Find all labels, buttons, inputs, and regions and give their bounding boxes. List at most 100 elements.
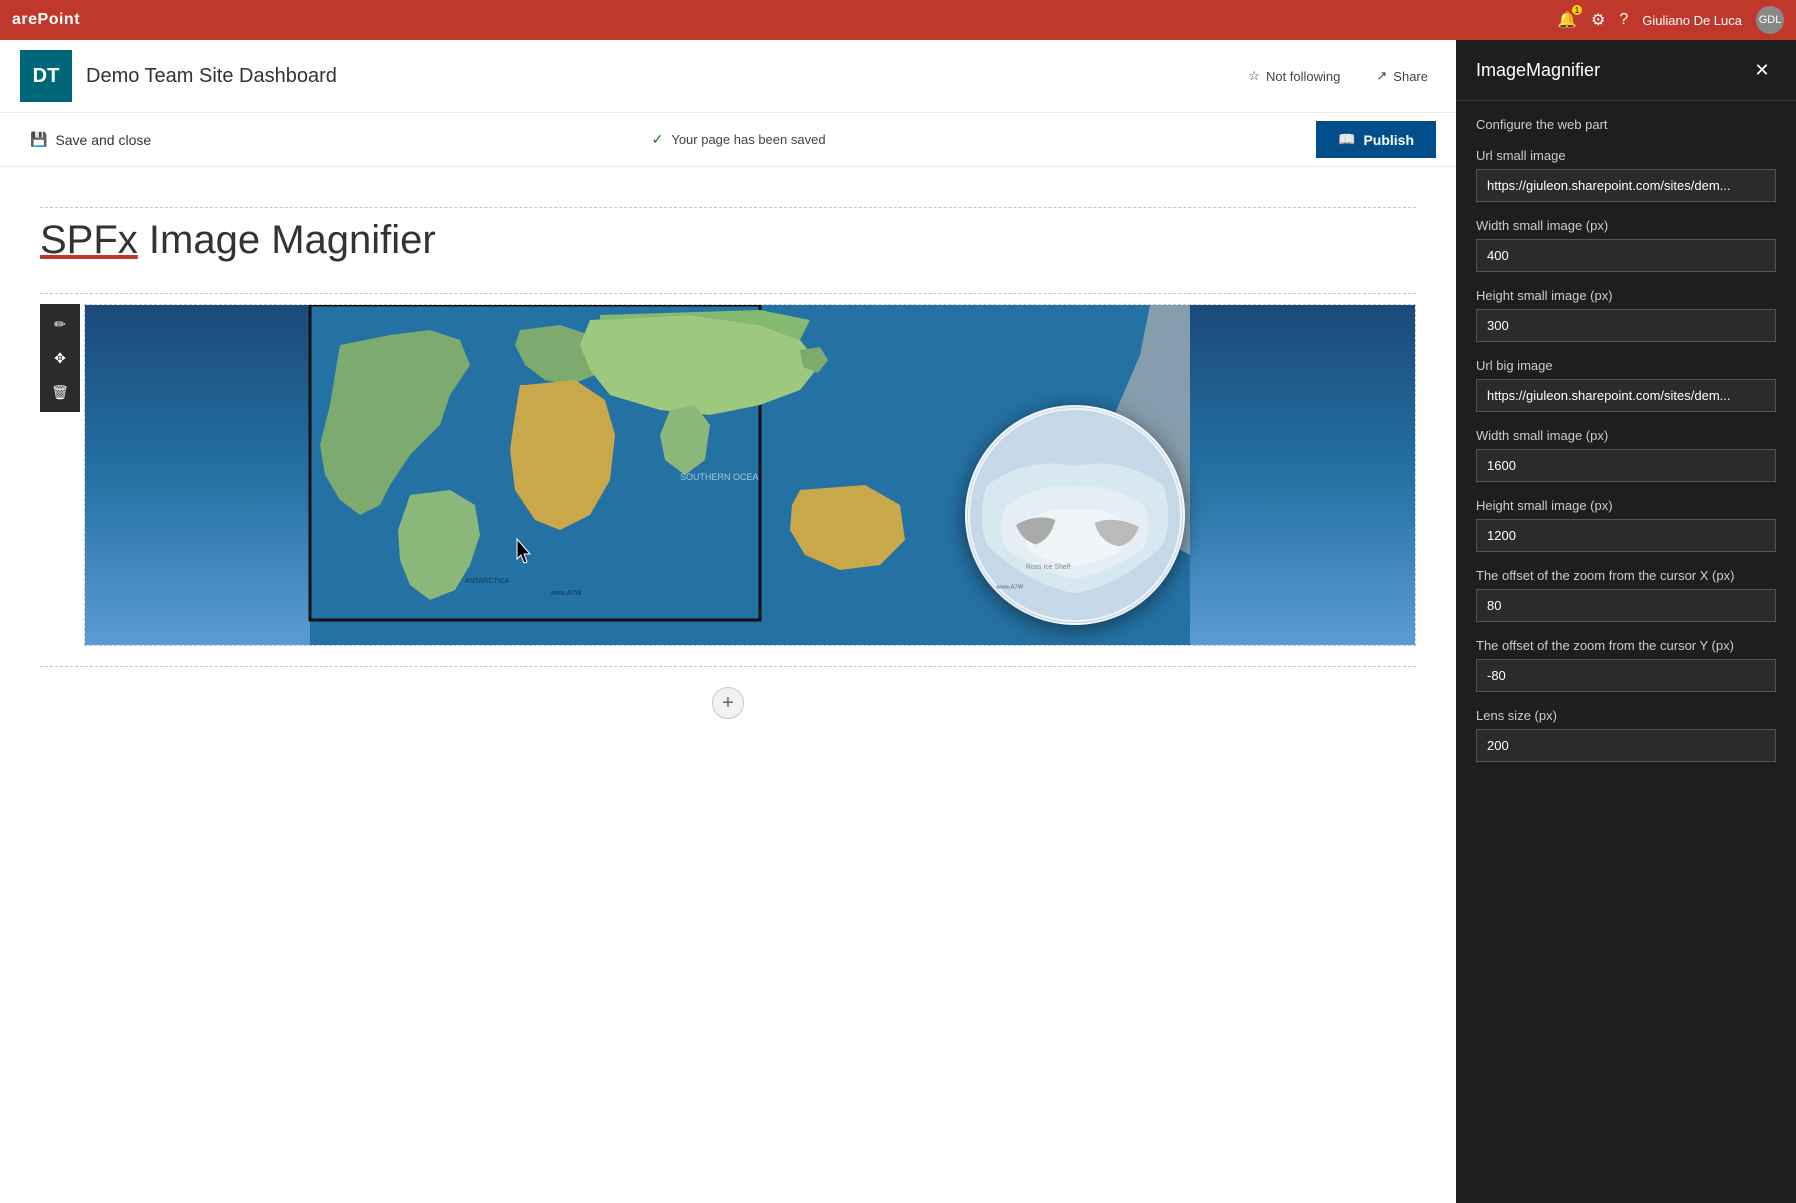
field-label-offset-x: The offset of the zoom from the cursor X…: [1476, 568, 1776, 583]
avatar-initials: GDL: [1759, 14, 1782, 26]
field-label-height-small-image: Height small image (px): [1476, 288, 1776, 303]
field-input-url-small-image[interactable]: [1476, 169, 1776, 202]
map-frame: SOUTHERN OCEA ANTARCTICA www.A7W: [85, 305, 1415, 645]
site-header-right: ☆ Not following ↗ Share: [1240, 64, 1436, 88]
settings-button[interactable]: ⚙: [1591, 10, 1605, 30]
right-panel: ImageMagnifier ✕ Configure the web part …: [1456, 40, 1796, 1203]
svg-text:www.A7W: www.A7W: [549, 590, 582, 597]
webpart-toolbar: ✏ ✥ 🗑: [40, 304, 80, 412]
notification-badge: 1: [1572, 5, 1582, 15]
field-input-url-big-image[interactable]: [1476, 379, 1776, 412]
user-avatar[interactable]: GDL: [1756, 6, 1784, 34]
help-icon: ?: [1619, 11, 1628, 29]
star-icon: ☆: [1248, 68, 1260, 84]
field-input-width-big-image[interactable]: [1476, 449, 1776, 482]
edit-toolbar: 💾 Save and close ✓ Your page has been sa…: [0, 113, 1456, 167]
check-icon: ✓: [652, 131, 664, 148]
field-label-height-big-image: Height small image (px): [1476, 498, 1776, 513]
share-button[interactable]: ↗ Share: [1368, 64, 1436, 88]
field-input-height-big-image[interactable]: [1476, 519, 1776, 552]
notifications-button[interactable]: 🔔 1: [1557, 10, 1577, 30]
panel-body: Configure the web part Url small image Wi…: [1456, 101, 1796, 1203]
saved-message: Your page has been saved: [671, 132, 825, 147]
webpart-container: SOUTHERN OCEA ANTARCTICA www.A7W: [84, 304, 1416, 646]
svg-text:SOUTHERN OCEA: SOUTHERN OCEA: [680, 472, 759, 482]
site-logo-area: DT Demo Team Site Dashboard: [20, 50, 337, 102]
top-navigation: arePoint 🔔 1 ⚙ ? Giuliano De Luca GDL: [0, 0, 1796, 40]
magnifier-lens: Ross Ice Shelf www.A7W: [965, 405, 1185, 625]
help-button[interactable]: ?: [1619, 11, 1628, 29]
field-label-lens-size: Lens size (px): [1476, 708, 1776, 723]
share-icon: ↗: [1376, 68, 1387, 84]
toolbar-center: ✓ Your page has been saved: [652, 131, 826, 148]
content-area: DT Demo Team Site Dashboard ☆ Not follow…: [0, 40, 1456, 1203]
delete-webpart-button[interactable]: 🗑: [44, 376, 76, 408]
share-label: Share: [1393, 69, 1428, 84]
panel-title: ImageMagnifier: [1476, 60, 1600, 81]
site-logo: DT: [20, 50, 72, 102]
cursor-indicator: [515, 537, 535, 565]
field-label-url-small-image: Url small image: [1476, 148, 1776, 163]
panel-header: ImageMagnifier ✕: [1456, 40, 1796, 101]
form-group-offset-x: The offset of the zoom from the cursor X…: [1476, 568, 1776, 622]
configure-label: Configure the web part: [1476, 117, 1776, 132]
move-webpart-button[interactable]: ✥: [44, 342, 76, 374]
form-group-offset-y: The offset of the zoom from the cursor Y…: [1476, 638, 1776, 692]
svg-text:Ross Ice Shelf: Ross Ice Shelf: [1026, 564, 1070, 571]
site-header: DT Demo Team Site Dashboard ☆ Not follow…: [0, 40, 1456, 113]
form-group-lens-size: Lens size (px): [1476, 708, 1776, 762]
form-group-width-big-image: Width small image (px): [1476, 428, 1776, 482]
not-following-label: Not following: [1266, 69, 1340, 84]
form-group-url-small-image: Url small image: [1476, 148, 1776, 202]
section-separator-bottom: [40, 666, 1416, 667]
page-title-rest: Image Magnifier: [138, 218, 436, 262]
page-title-spfx: SPFx: [40, 218, 138, 262]
save-close-button[interactable]: 💾 Save and close: [20, 125, 161, 154]
publish-button[interactable]: 📖 Publish: [1316, 121, 1436, 158]
form-fields: Url small image Width small image (px) Hei…: [1476, 148, 1776, 762]
panel-close-button[interactable]: ✕: [1748, 56, 1776, 84]
field-input-width-small-image[interactable]: [1476, 239, 1776, 272]
book-icon: 📖: [1338, 131, 1355, 148]
edit-webpart-button[interactable]: ✏: [44, 308, 76, 340]
app-name: arePoint: [12, 11, 80, 29]
pencil-icon: ✏: [54, 316, 66, 333]
magnifier-svg: Ross Ice Shelf www.A7W: [967, 405, 1183, 625]
top-nav-left: arePoint: [12, 11, 80, 29]
world-map-svg: SOUTHERN OCEA ANTARCTICA www.A7W: [85, 305, 1415, 645]
section-separator-top: [40, 207, 1416, 208]
user-name-label: Giuliano De Luca: [1642, 13, 1742, 28]
main-container: DT Demo Team Site Dashboard ☆ Not follow…: [0, 40, 1796, 1203]
site-title: Demo Team Site Dashboard: [86, 65, 337, 88]
gear-icon: ⚙: [1591, 10, 1605, 30]
svg-text:www.A7W: www.A7W: [995, 585, 1023, 591]
move-icon: ✥: [54, 350, 66, 367]
field-label-offset-y: The offset of the zoom from the cursor Y…: [1476, 638, 1776, 653]
field-input-lens-size[interactable]: [1476, 729, 1776, 762]
section-separator-mid: [40, 293, 1416, 294]
field-label-url-big-image: Url big image: [1476, 358, 1776, 373]
trash-icon: 🗑: [51, 384, 69, 401]
field-label-width-small-image: Width small image (px): [1476, 218, 1776, 233]
close-icon: ✕: [1754, 60, 1769, 81]
form-group-width-small-image: Width small image (px): [1476, 218, 1776, 272]
world-map: SOUTHERN OCEA ANTARCTICA www.A7W: [85, 305, 1415, 645]
top-nav-right: 🔔 1 ⚙ ? Giuliano De Luca GDL: [1557, 6, 1784, 34]
field-input-offset-y[interactable]: [1476, 659, 1776, 692]
page-content: SPFx Image Magnifier ✏ ✥ 🗑: [0, 167, 1456, 1203]
add-section-button[interactable]: +: [712, 687, 744, 719]
form-group-height-small-image: Height small image (px): [1476, 288, 1776, 342]
save-close-label: Save and close: [55, 132, 151, 148]
form-group-height-big-image: Height small image (px): [1476, 498, 1776, 552]
svg-text:ANTARCTICA: ANTARCTICA: [465, 578, 510, 585]
page-title: SPFx Image Magnifier: [40, 218, 1416, 263]
page-title-section: SPFx Image Magnifier: [40, 218, 1416, 263]
field-input-height-small-image[interactable]: [1476, 309, 1776, 342]
publish-label: Publish: [1363, 132, 1414, 148]
plus-icon: +: [722, 692, 734, 715]
webpart-wrapper: ✏ ✥ 🗑: [84, 304, 1416, 646]
not-following-button[interactable]: ☆ Not following: [1240, 64, 1348, 88]
save-icon: 💾: [30, 131, 47, 148]
field-label-width-big-image: Width small image (px): [1476, 428, 1776, 443]
field-input-offset-x[interactable]: [1476, 589, 1776, 622]
